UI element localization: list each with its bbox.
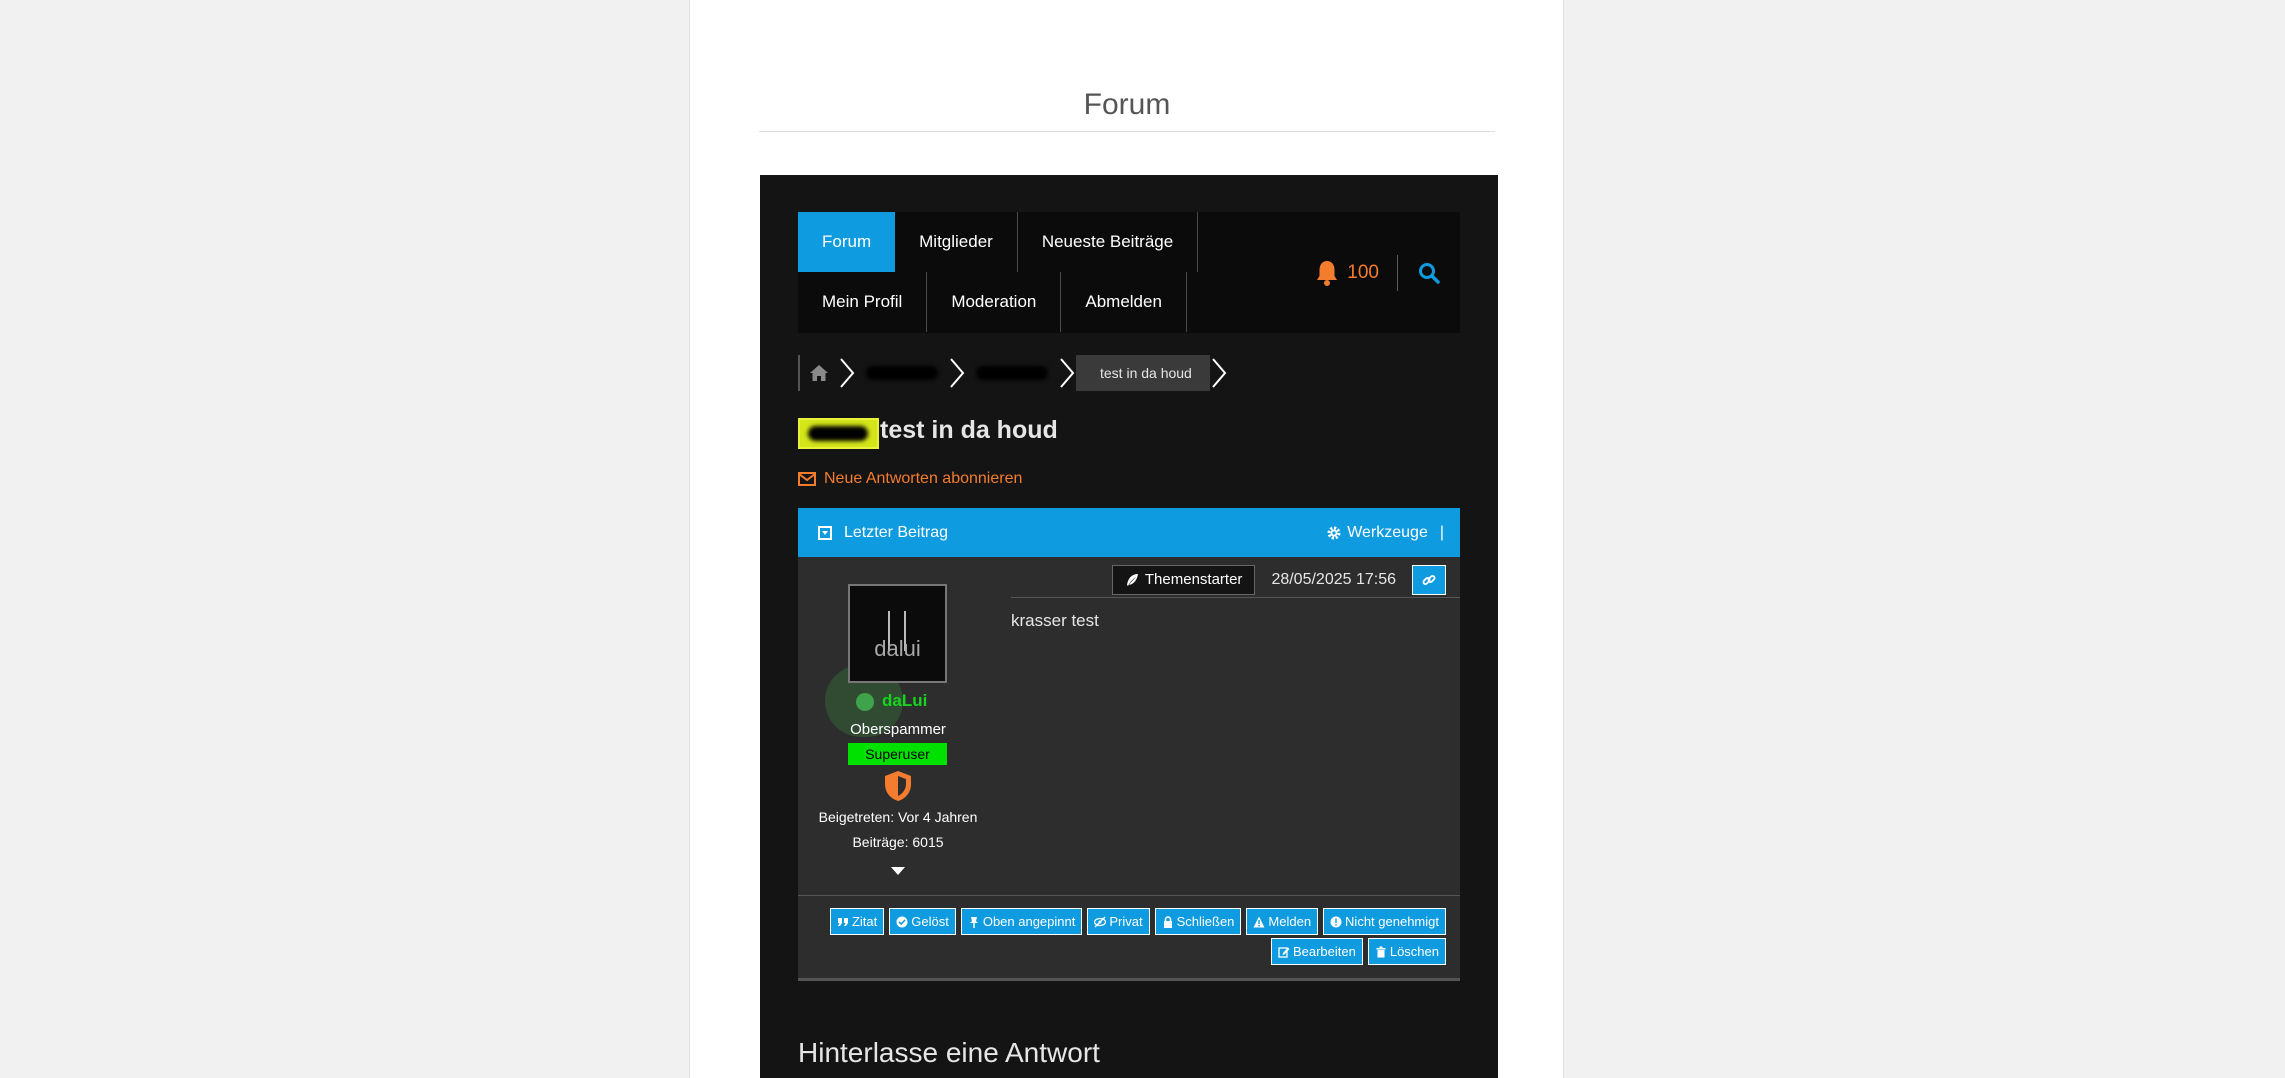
gear-icon — [1327, 526, 1341, 539]
nav-latest-posts[interactable]: Neueste Beiträge — [1018, 212, 1199, 272]
author-name[interactable]: daLui — [882, 691, 927, 711]
nav-forum[interactable]: Forum — [798, 212, 896, 272]
post: dalui daLui Oberspammer Superuser Beiget… — [798, 557, 1460, 895]
chevron-right-icon — [1060, 358, 1075, 388]
warning-icon — [1253, 916, 1265, 927]
trash-icon — [1376, 946, 1386, 957]
breadcrumb-current: test in da houd — [1076, 355, 1210, 391]
topic-starter-label: Themenstarter — [1144, 571, 1243, 588]
report-label: Melden — [1268, 914, 1312, 929]
post-toolbar: Letzter Beitrag Werkzeuge | — [798, 508, 1460, 557]
notification-count[interactable]: 100 — [1347, 262, 1379, 284]
redacted-crumb-2[interactable] — [976, 366, 1048, 380]
close-topic-button[interactable]: Schließen — [1154, 908, 1242, 935]
topic-title: test in da houd — [880, 416, 1058, 444]
link-icon — [1422, 574, 1436, 585]
topic-prefix-badge — [798, 418, 879, 449]
reply-heading: Hinterlasse eine Antwort — [798, 1037, 1100, 1068]
delete-button[interactable]: Löschen — [1367, 938, 1446, 965]
quote-icon — [837, 917, 848, 926]
page-container: Forum Forum Mitglieder Neueste Beiträge … — [689, 0, 1564, 1078]
post-content: krasser test — [1011, 611, 1099, 630]
search-icon[interactable] — [1418, 262, 1440, 284]
chevron-right-icon — [840, 358, 855, 388]
edit-icon — [1278, 946, 1290, 958]
redacted-crumb-1[interactable] — [866, 366, 938, 380]
lock-icon — [1163, 915, 1172, 928]
eye-slash-icon — [1094, 916, 1107, 927]
online-status-icon — [856, 693, 874, 711]
forum-panel: Forum Mitglieder Neueste Beiträge Mein P… — [760, 175, 1498, 1078]
subscribe-label: Neue Antworten abonnieren — [824, 470, 1023, 487]
caret-down-icon[interactable] — [891, 867, 905, 875]
quote-button[interactable]: Zitat — [829, 908, 885, 935]
avatar-text: dalui — [874, 636, 921, 661]
permalink-button[interactable] — [1412, 564, 1446, 595]
nav-my-profile[interactable]: Mein Profil — [798, 272, 928, 332]
page-title: Forum — [1083, 88, 1171, 121]
nav-members[interactable]: Mitglieder — [895, 212, 1018, 272]
author-post-count: Beiträge: 6015 — [852, 834, 944, 850]
caret-square-down-icon — [818, 525, 832, 540]
role-badge: Superuser — [848, 743, 947, 765]
post-actions: Zitat Gelöst Oben angepinnt Privat Schli… — [798, 895, 1460, 981]
exclamation-circle-icon — [1330, 916, 1342, 927]
home-icon — [810, 365, 828, 381]
nav-logout[interactable]: Abmelden — [1061, 272, 1187, 332]
title-divider — [759, 131, 1495, 132]
check-circle-icon — [896, 916, 908, 927]
close-topic-label: Schließen — [1176, 914, 1235, 929]
post-author: dalui daLui Oberspammer Superuser Beiget… — [798, 557, 998, 895]
chevron-right-icon — [1212, 358, 1227, 388]
author-joined: Beigetreten: Vor 4 Jahren — [818, 809, 978, 825]
quote-label: Zitat — [851, 914, 878, 929]
tools-label: Werkzeuge — [1347, 523, 1428, 541]
pin-button[interactable]: Oben angepinnt — [960, 908, 1083, 935]
unapprove-label: Nicht genehmigt — [1345, 914, 1439, 929]
delete-label: Löschen — [1389, 944, 1439, 959]
bell-icon[interactable] — [1315, 260, 1339, 286]
last-post-link[interactable]: Letzter Beitrag — [818, 524, 948, 542]
topic-starter-badge: Themenstarter — [1111, 564, 1256, 595]
author-rank: Oberspammer — [850, 721, 946, 738]
private-label: Privat — [1109, 914, 1143, 929]
subscribe-link[interactable]: Neue Antworten abonnieren — [798, 470, 1022, 488]
post-date: 28/05/2025 17:56 — [1271, 570, 1396, 588]
solved-label: Gelöst — [911, 914, 949, 929]
avatar[interactable]: dalui — [848, 584, 947, 683]
feather-icon — [1126, 573, 1138, 586]
envelope-icon — [798, 472, 816, 486]
chevron-right-icon — [950, 358, 965, 388]
edit-button[interactable]: Bearbeiten — [1270, 938, 1363, 965]
tools-menu[interactable]: Werkzeuge | — [1326, 524, 1444, 542]
pin-label: Oben angepinnt — [982, 914, 1076, 929]
pin-icon — [969, 916, 978, 928]
private-button[interactable]: Privat — [1087, 908, 1150, 935]
last-post-label: Letzter Beitrag — [844, 523, 949, 541]
post-meta: Themenstarter 28/05/2025 17:56 — [1011, 562, 1460, 598]
home-crumb[interactable] — [798, 355, 838, 391]
nav-separator — [1397, 254, 1398, 291]
solved-button[interactable]: Gelöst — [889, 908, 956, 935]
shield-icon — [885, 771, 911, 801]
tools-separator: | — [1439, 523, 1444, 541]
edit-label: Bearbeiten — [1292, 944, 1356, 959]
nav-moderation[interactable]: Moderation — [927, 272, 1062, 332]
breadcrumb: test in da houd — [798, 355, 1228, 391]
report-button[interactable]: Melden — [1246, 908, 1319, 935]
forum-nav: Forum Mitglieder Neueste Beiträge Mein P… — [798, 212, 1460, 333]
unapprove-button[interactable]: Nicht genehmigt — [1323, 908, 1446, 935]
